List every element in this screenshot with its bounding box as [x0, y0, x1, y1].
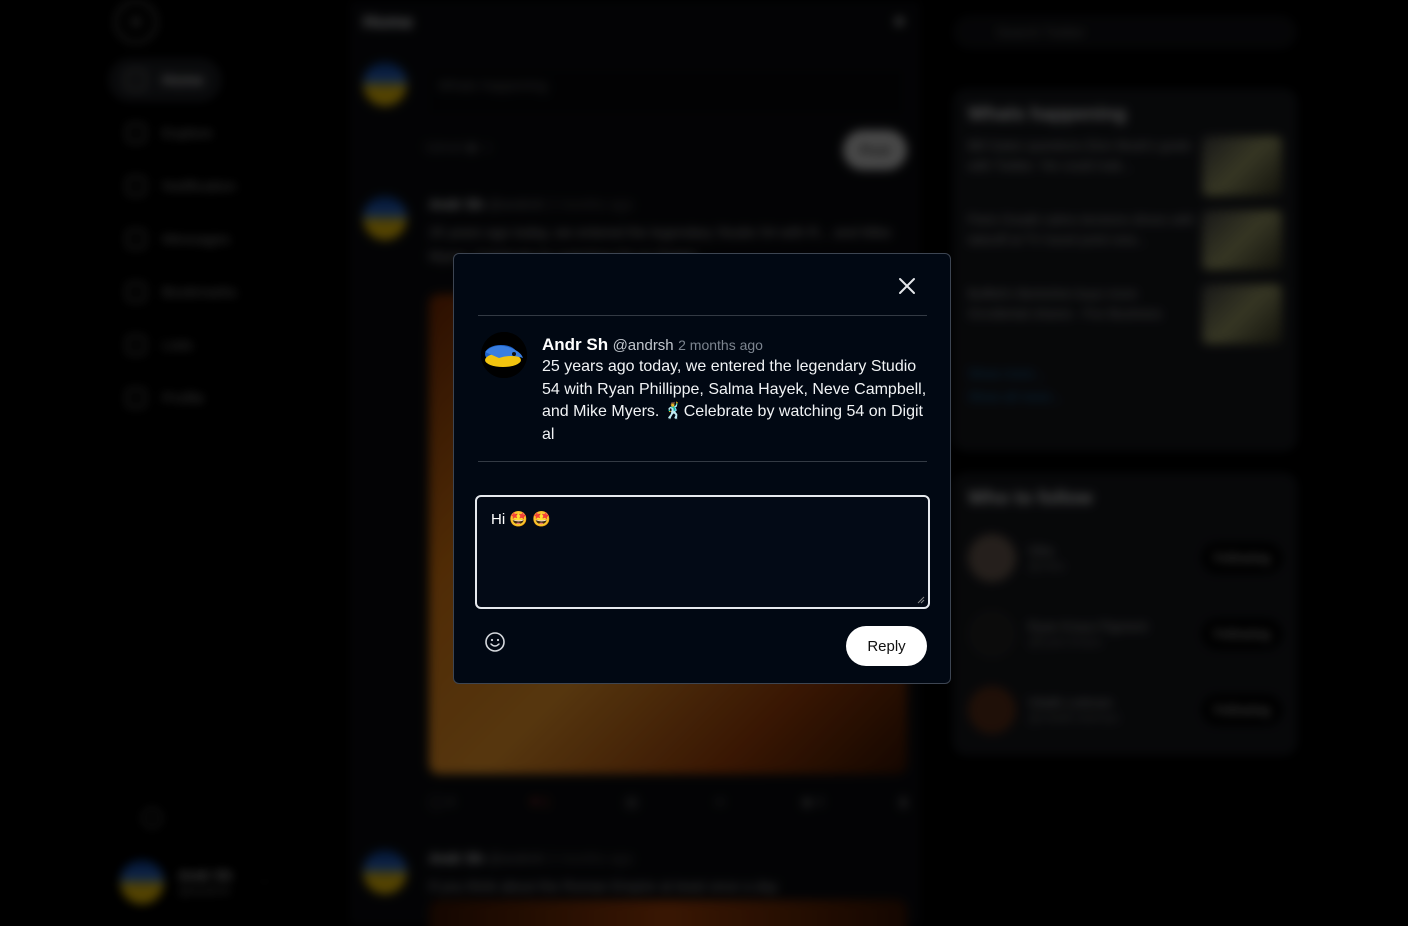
- tweet-header: Andr Sh @andrsh 2 months ago: [542, 335, 763, 355]
- author-handle: @andrsh: [612, 337, 674, 354]
- reply-button[interactable]: Reply: [846, 626, 927, 666]
- resize-handle-icon[interactable]: [917, 596, 925, 604]
- avatar: [481, 332, 527, 378]
- author-name: Andr Sh: [542, 335, 609, 354]
- reply-textarea[interactable]: Hi 🤩 🤩: [475, 495, 930, 609]
- smiley-icon[interactable]: [484, 631, 506, 653]
- tweet-text: 25 years ago today, we entered the legen…: [542, 358, 927, 443]
- close-icon[interactable]: [895, 274, 919, 298]
- divider: [478, 315, 927, 316]
- reply-text: Hi 🤩 🤩: [491, 511, 551, 528]
- tweet-timestamp: 2 months ago: [678, 337, 763, 353]
- reply-modal: Andr Sh @andrsh 2 months ago 25 years ag…: [453, 253, 951, 684]
- divider: [478, 461, 927, 462]
